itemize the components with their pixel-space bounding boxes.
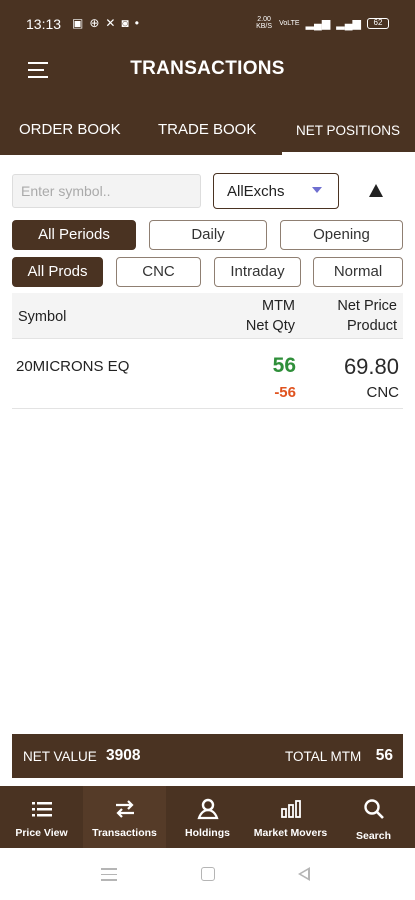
active-tab-indicator (282, 152, 415, 155)
positions-summary-bar: NET VALUE 3908 TOTAL MTM 56 (12, 734, 403, 778)
app-header: 13:13 ▣ ⊕ ✕ ◙ • 2.00 KB/S VoLTE ▂▄▆ ▂▄▆ … (0, 0, 415, 155)
tab-trade-book[interactable]: TRADE BOOK (158, 121, 256, 138)
status-time: 13:13 (26, 16, 62, 32)
notification-dot-icon: • (134, 16, 139, 30)
system-navigation-bar (0, 848, 415, 900)
position-product: CNC (366, 384, 400, 401)
network-speed: 2.00 KB/S (256, 16, 273, 30)
holdings-icon (166, 798, 249, 820)
nav-holdings[interactable]: Holdings (166, 786, 249, 848)
nav-price-view-label: Price View (15, 827, 68, 839)
header-product[interactable]: Product (347, 318, 397, 334)
notification-app-icon: ▣ (72, 16, 84, 30)
nav-market-movers-label: Market Movers (253, 827, 328, 839)
chevron-down-icon (312, 187, 322, 193)
battery-icon: 62 (367, 17, 389, 29)
symbol-search-input[interactable] (12, 174, 201, 208)
filter-all-periods[interactable]: All Periods (12, 220, 136, 250)
notification-app-icon: ✕ (105, 16, 116, 30)
status-bar: 13:13 ▣ ⊕ ✕ ◙ • 2.00 KB/S VoLTE ▂▄▆ ▂▄▆ … (0, 10, 415, 40)
position-mtm: 56 (272, 354, 296, 377)
list-icon (0, 798, 83, 820)
filter-cnc[interactable]: CNC (116, 257, 201, 287)
filter-intraday[interactable]: Intraday (214, 257, 301, 287)
filter-normal[interactable]: Normal (313, 257, 403, 287)
nav-price-view[interactable]: Price View (0, 786, 83, 848)
exchange-dropdown-value: AllExchs (227, 183, 285, 200)
nav-transactions-label: Transactions (92, 827, 157, 839)
header-symbol[interactable]: Symbol (18, 309, 66, 325)
position-net-price: 69.80 (343, 354, 399, 379)
nav-search[interactable]: Search (332, 786, 415, 848)
bottom-navigation: Price View Transactions Holdings Market … (0, 786, 415, 848)
notification-app-icon: ◙ (121, 16, 129, 30)
total-mtm-label: TOTAL MTM (285, 749, 362, 764)
signal-icon: ▂▄▆ (336, 17, 361, 30)
net-value: 3908 (106, 747, 141, 764)
positions-table-header: Symbol MTM Net Qty Net Price Product (12, 293, 403, 339)
header-net-qty[interactable]: Net Qty (246, 318, 295, 334)
volte-icon: VoLTE (279, 19, 300, 27)
search-icon (332, 798, 415, 820)
home-icon[interactable] (201, 867, 215, 881)
net-value-label: NET VALUE (23, 749, 97, 764)
page-title: TRANSACTIONS (130, 58, 285, 79)
header-net-price[interactable]: Net Price (337, 298, 397, 314)
position-symbol: 20MICRONS EQ (16, 358, 130, 375)
nav-holdings-label: Holdings (185, 827, 230, 839)
nav-transactions[interactable]: Transactions (83, 786, 166, 848)
app-root: 13:13 ▣ ⊕ ✕ ◙ • 2.00 KB/S VoLTE ▂▄▆ ▂▄▆ … (0, 0, 415, 900)
nav-market-movers[interactable]: Market Movers (249, 786, 332, 848)
bar-chart-icon (249, 798, 332, 820)
filter-all-prods[interactable]: All Prods (12, 257, 103, 287)
sort-ascending-icon[interactable] (369, 184, 383, 197)
signal-icon: ▂▄▆ (305, 17, 331, 30)
recent-apps-icon[interactable] (101, 868, 117, 885)
exchange-dropdown[interactable]: AllExchs (213, 173, 339, 209)
position-row[interactable]: 20MICRONS EQ 56 -56 69.80 CNC (12, 343, 403, 409)
swap-arrows-icon (83, 798, 166, 820)
filter-opening[interactable]: Opening (280, 220, 403, 250)
toolbar: TRANSACTIONS (0, 48, 415, 92)
notification-icons: ▣ ⊕ ✕ ◙ • (72, 16, 139, 30)
header-mtm[interactable]: MTM (262, 298, 295, 314)
total-mtm: 56 (375, 747, 393, 764)
tab-order-book[interactable]: ORDER BOOK (19, 121, 121, 138)
nav-search-label: Search (355, 830, 392, 842)
system-status-icons: 2.00 KB/S VoLTE ▂▄▆ ▂▄▆ 62 (255, 16, 389, 30)
filter-daily[interactable]: Daily (149, 220, 267, 250)
tab-net-positions[interactable]: NET POSITIONS (296, 123, 400, 138)
back-icon[interactable] (298, 867, 310, 881)
tab-bar: ORDER BOOK TRADE BOOK NET POSITIONS (0, 108, 415, 155)
position-net-qty: -56 (274, 384, 296, 401)
notification-app-icon: ⊕ (89, 16, 100, 30)
